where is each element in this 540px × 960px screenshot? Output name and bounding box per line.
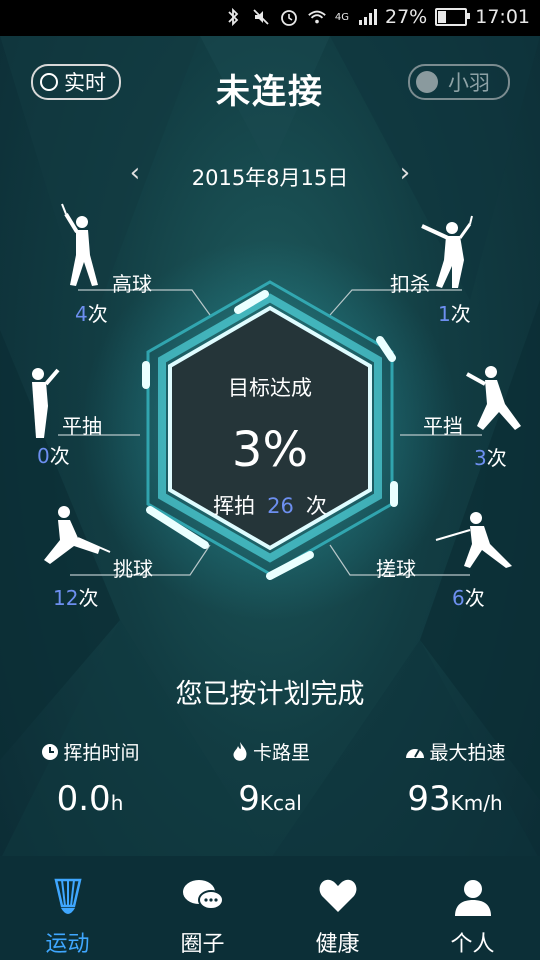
tab-label: 个人 (450, 932, 495, 957)
stat-calories-unit: Kcal (259, 791, 302, 815)
stat-max-speed: 最大拍速 93Km/h (370, 738, 540, 819)
tab-profile[interactable]: 个人 (405, 856, 540, 960)
swing-count-line: 挥拍 26 次 (0, 490, 540, 520)
stat-speed-unit: Km/h (450, 791, 503, 815)
date-navigator: ‹ 2015年8月15日 › (0, 158, 540, 192)
stat-calories-label: 卡路里 (252, 742, 310, 764)
signal-icon (359, 9, 377, 25)
next-date-button[interactable]: › (390, 158, 420, 188)
shuttlecock-icon (53, 878, 82, 914)
stroke-label-net-shot: 搓球 (376, 557, 416, 581)
stroke-count-net-shot: 6次 (452, 586, 485, 610)
device-label: 小羽 (448, 71, 490, 95)
bluetooth-icon (228, 7, 239, 27)
tab-label: 圈子 (180, 932, 225, 957)
stroke-count-smash: 1次 (438, 302, 471, 326)
stat-time-value: 0.0 (56, 779, 111, 819)
stroke-label-clear: 高球 (112, 272, 152, 296)
chat-bubbles-icon (182, 880, 224, 910)
date-label: 2015年8月15日 (191, 166, 349, 190)
stroke-label-smash: 扣杀 (390, 272, 430, 296)
network-type: 4G (334, 11, 349, 23)
tab-community[interactable]: 圈子 (135, 856, 270, 960)
stroke-count-lift: 12次 (53, 586, 99, 610)
tab-health[interactable]: 健康 (270, 856, 405, 960)
flame-icon (233, 741, 247, 761)
tab-label: 运动 (45, 932, 90, 957)
swing-label: 挥拍 (213, 494, 256, 518)
tab-sport[interactable]: 运动 (0, 856, 135, 960)
bottom-tab-bar: 运动 圈子 健康 个人 (0, 856, 540, 960)
stat-speed-label: 最大拍速 (429, 742, 506, 764)
plan-status: 您已按计划完成 (175, 679, 365, 710)
device-toggle[interactable]: 小羽 (408, 64, 510, 100)
alarm-icon (280, 10, 297, 26)
battery-percent: 27% (385, 6, 428, 28)
stat-calories-value: 9 (238, 779, 260, 819)
battery-icon (435, 8, 471, 26)
stroke-label-lift: 挑球 (113, 557, 153, 581)
tab-label: 健康 (315, 932, 360, 957)
clock-icon (42, 743, 59, 760)
goal-label: 目标达成 (228, 376, 312, 400)
mute-icon (253, 9, 269, 25)
heart-icon (319, 879, 356, 912)
toggle-knob-icon (416, 71, 438, 93)
stat-speed-value: 93 (407, 779, 451, 819)
stat-time-label: 挥拍时间 (63, 742, 140, 764)
swing-count: 26 (267, 494, 294, 518)
goal-percent: 3% (231, 422, 309, 478)
clock: 17:01 (475, 6, 530, 28)
stat-swing-time: 挥拍时间 0.0h (5, 738, 175, 819)
wifi-icon (308, 10, 326, 24)
clear-player-icon (61, 203, 98, 286)
stroke-summary: 高球 4次 扣杀 1次 平抽 0次 平挡 3次 挑球 12次 搓球 6次 (0, 190, 540, 620)
person-icon (454, 880, 491, 916)
stat-calories: 卡路里 9Kcal (185, 738, 355, 819)
status-bar: 4G 27% 17:01 (0, 0, 540, 36)
stroke-count-clear: 4次 (75, 302, 108, 326)
speedometer-icon (406, 748, 425, 758)
top-bar: 实时 未连接 小羽 (0, 36, 540, 132)
stat-time-unit: h (110, 791, 124, 815)
swing-unit: 次 (305, 494, 327, 518)
